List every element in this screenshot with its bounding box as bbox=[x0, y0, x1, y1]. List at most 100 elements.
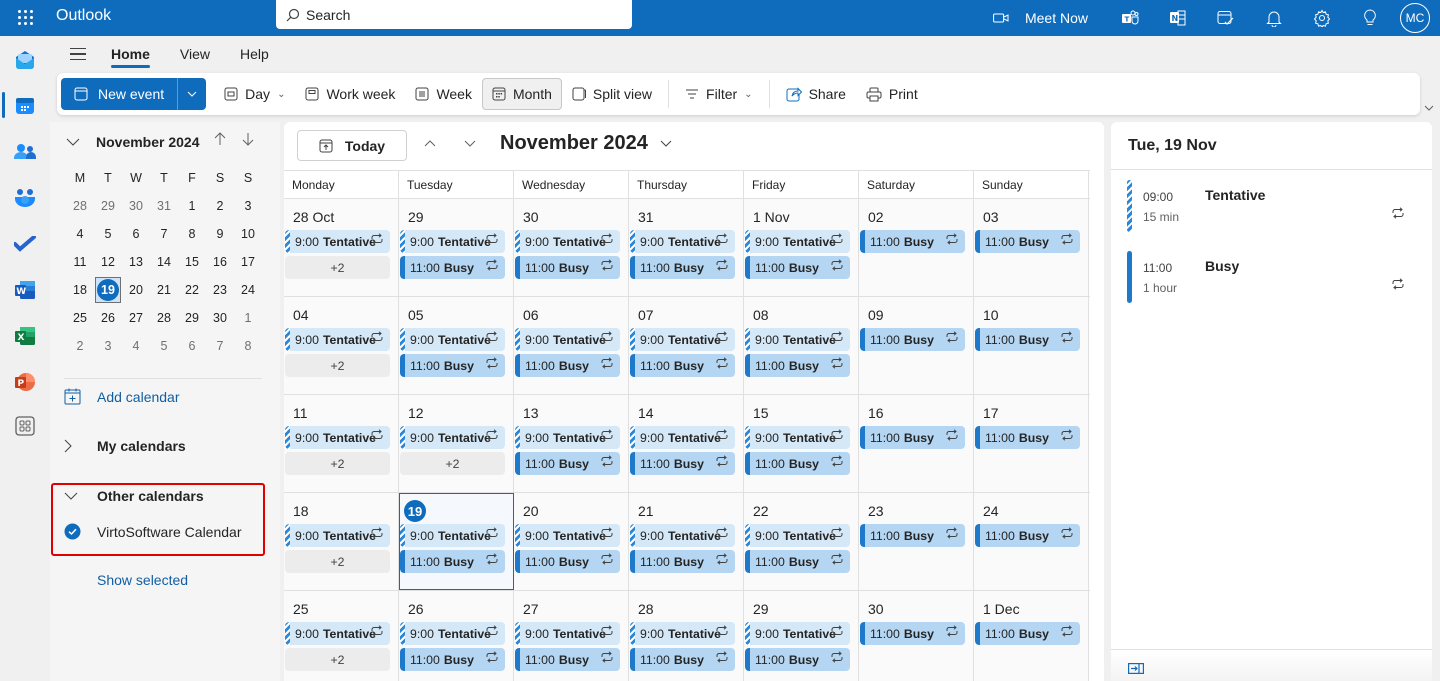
mini-day[interactable]: 7 bbox=[206, 332, 234, 360]
mini-day[interactable]: 30 bbox=[122, 192, 150, 220]
groups-icon[interactable] bbox=[13, 186, 37, 210]
event-busy[interactable]: 11:00 Busy bbox=[860, 622, 965, 645]
day-cell[interactable]: 13 9:00 Tentative 11:00 Busy bbox=[514, 395, 629, 492]
mini-day[interactable]: 5 bbox=[150, 332, 178, 360]
split-view-button[interactable]: Split view bbox=[562, 78, 662, 110]
more-events-button[interactable]: +2 bbox=[285, 354, 390, 377]
share-button[interactable]: Share bbox=[776, 78, 856, 110]
mini-day[interactable]: 31 bbox=[150, 192, 178, 220]
day-cell[interactable]: 1 Dec 11:00 Busy bbox=[974, 591, 1089, 681]
event-busy[interactable]: 11:00 Busy bbox=[860, 230, 965, 253]
mini-day[interactable]: 22 bbox=[178, 276, 206, 304]
event-tentative[interactable]: 9:00 Tentative bbox=[285, 622, 390, 645]
mini-day[interactable]: 29 bbox=[178, 304, 206, 332]
event-tentative[interactable]: 9:00 Tentative bbox=[400, 230, 505, 253]
event-busy[interactable]: 11:00 Busy bbox=[515, 550, 620, 573]
mini-day[interactable]: 23 bbox=[206, 276, 234, 304]
day-cell[interactable]: 22 9:00 Tentative 11:00 Busy bbox=[744, 493, 859, 590]
event-busy[interactable]: 11:00 Busy bbox=[630, 354, 735, 377]
event-tentative[interactable]: 9:00 Tentative bbox=[400, 622, 505, 645]
mini-day[interactable]: 29 bbox=[94, 192, 122, 220]
event-busy[interactable]: 11:00 Busy bbox=[860, 426, 965, 449]
powerpoint-icon[interactable]: P bbox=[13, 370, 37, 394]
mini-day[interactable]: 17 bbox=[234, 248, 262, 276]
day-cell[interactable]: 23 11:00 Busy bbox=[859, 493, 974, 590]
event-busy[interactable]: 11:00 Busy bbox=[630, 550, 735, 573]
event-busy[interactable]: 11:00 Busy bbox=[745, 256, 850, 279]
mini-day[interactable]: 27 bbox=[122, 304, 150, 332]
mini-day[interactable]: 15 bbox=[178, 248, 206, 276]
excel-icon[interactable]: X bbox=[13, 324, 37, 348]
mini-day[interactable]: 8 bbox=[178, 220, 206, 248]
mini-day-today[interactable]: 19 bbox=[94, 276, 122, 304]
teams-icon[interactable]: T bbox=[1106, 0, 1154, 36]
event-tentative[interactable]: 9:00 Tentative bbox=[285, 230, 390, 253]
collapse-chevron-icon[interactable] bbox=[66, 133, 80, 151]
day-cell[interactable]: 05 9:00 Tentative 11:00 Busy bbox=[399, 297, 514, 394]
event-tentative[interactable]: 9:00 Tentative bbox=[630, 328, 735, 351]
event-tentative[interactable]: 9:00 Tentative bbox=[400, 524, 505, 547]
event-tentative[interactable]: 9:00 Tentative bbox=[285, 524, 390, 547]
day-cell[interactable]: 24 11:00 Busy bbox=[974, 493, 1089, 590]
event-busy[interactable]: 11:00 Busy bbox=[630, 256, 735, 279]
print-button[interactable]: Print bbox=[856, 78, 928, 110]
month-picker[interactable]: November 2024 bbox=[500, 132, 672, 155]
day-cell[interactable]: 02 11:00 Busy bbox=[859, 199, 974, 296]
week-view-button[interactable]: Week bbox=[405, 78, 482, 110]
day-cell[interactable]: 04 9:00 Tentative +2 bbox=[284, 297, 399, 394]
more-apps-icon[interactable] bbox=[13, 414, 37, 438]
mini-day[interactable]: 2 bbox=[206, 192, 234, 220]
add-calendar-link[interactable]: Add calendar bbox=[64, 388, 180, 405]
mini-day[interactable]: 24 bbox=[234, 276, 262, 304]
mini-day[interactable]: 7 bbox=[150, 220, 178, 248]
meet-now-button[interactable]: Meet Now bbox=[993, 10, 1106, 26]
mini-day[interactable]: 11 bbox=[66, 248, 94, 276]
todo-icon[interactable] bbox=[13, 232, 37, 256]
event-busy[interactable]: 11:00 Busy bbox=[975, 426, 1080, 449]
tab-home[interactable]: Home bbox=[96, 36, 165, 72]
event-busy[interactable]: 11:00 Busy bbox=[745, 354, 850, 377]
calendar-check-icon[interactable] bbox=[1202, 0, 1250, 36]
mini-day[interactable]: 13 bbox=[122, 248, 150, 276]
collapse-pane-icon[interactable] bbox=[1128, 661, 1145, 679]
mini-day[interactable]: 6 bbox=[122, 220, 150, 248]
event-busy[interactable]: 11:00 Busy bbox=[515, 256, 620, 279]
day-cell[interactable]: 20 9:00 Tentative 11:00 Busy bbox=[514, 493, 629, 590]
mini-day[interactable]: 18 bbox=[66, 276, 94, 304]
new-event-dropdown[interactable] bbox=[178, 78, 206, 110]
bell-icon[interactable] bbox=[1250, 0, 1298, 36]
event-tentative[interactable]: 9:00 Tentative bbox=[630, 230, 735, 253]
agenda-event[interactable]: 09:00 15 min Tentative bbox=[1127, 180, 1417, 232]
mini-day[interactable]: 16 bbox=[206, 248, 234, 276]
day-cell[interactable]: 27 9:00 Tentative 11:00 Busy bbox=[514, 591, 629, 681]
event-busy[interactable]: 11:00 Busy bbox=[975, 230, 1080, 253]
more-events-button[interactable]: +2 bbox=[285, 550, 390, 573]
word-icon[interactable]: W bbox=[13, 278, 37, 302]
arrow-down-icon[interactable] bbox=[242, 132, 254, 151]
day-view-button[interactable]: Day ⌄ bbox=[214, 78, 295, 110]
mini-day[interactable]: 1 bbox=[234, 304, 262, 332]
day-cell[interactable]: 11 9:00 Tentative +2 bbox=[284, 395, 399, 492]
day-cell[interactable]: 21 9:00 Tentative 11:00 Busy bbox=[629, 493, 744, 590]
mini-day[interactable]: 1 bbox=[178, 192, 206, 220]
mini-day[interactable]: 4 bbox=[66, 220, 94, 248]
mini-day[interactable]: 3 bbox=[234, 192, 262, 220]
mini-day[interactable]: 14 bbox=[150, 248, 178, 276]
lightbulb-icon[interactable] bbox=[1346, 0, 1394, 36]
event-busy[interactable]: 11:00 Busy bbox=[400, 354, 505, 377]
day-cell[interactable]: 09 11:00 Busy bbox=[859, 297, 974, 394]
event-tentative[interactable]: 9:00 Tentative bbox=[745, 230, 850, 253]
day-cell[interactable]: 1 Nov 9:00 Tentative 11:00 Busy bbox=[744, 199, 859, 296]
more-events-button[interactable]: +2 bbox=[285, 452, 390, 475]
event-tentative[interactable]: 9:00 Tentative bbox=[745, 524, 850, 547]
day-cell-today[interactable]: 19 9:00 Tentative 11:00 Busy bbox=[399, 493, 514, 590]
event-tentative[interactable]: 9:00 Tentative bbox=[630, 524, 735, 547]
people-icon[interactable] bbox=[13, 140, 37, 164]
day-cell[interactable]: 30 9:00 Tentative 11:00 Busy bbox=[514, 199, 629, 296]
event-tentative[interactable]: 9:00 Tentative bbox=[515, 622, 620, 645]
day-cell[interactable]: 17 11:00 Busy bbox=[974, 395, 1089, 492]
more-events-button[interactable]: +2 bbox=[400, 452, 505, 475]
day-cell[interactable]: 29 9:00 Tentative 11:00 Busy bbox=[399, 199, 514, 296]
filter-button[interactable]: Filter ⌄ bbox=[675, 78, 763, 110]
event-tentative[interactable]: 9:00 Tentative bbox=[515, 426, 620, 449]
